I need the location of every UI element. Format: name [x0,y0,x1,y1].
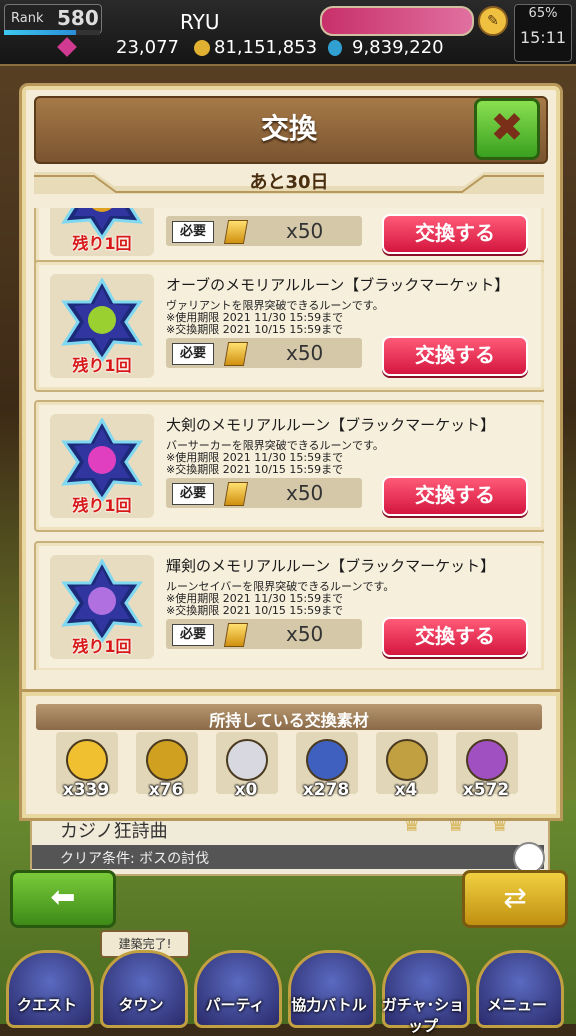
item-title: オーブのメモリアルルーン【ブラックマーケット】 [166,276,510,294]
exchange-button[interactable]: 交換する [382,617,528,657]
close-button[interactable]: ✖ [474,98,540,160]
pencil-icon[interactable]: ✎ [478,6,508,36]
requirement-quantity: x50 [286,341,324,365]
requirement-box: 必要 x50 [166,478,362,508]
nav-menu-label: メニュー [486,996,547,1014]
material-count: x339 [62,780,110,800]
nav-gacha-shop-label: ガチャ･ショップ [381,996,465,1035]
droplet-icon [328,40,342,56]
back-button[interactable]: ⬅ [10,870,116,928]
arrow-left-icon: ⬅ [50,880,76,915]
item-description: ※交換期限 2021 10/15 15:59まで [166,604,344,617]
rune-icon-box: 残り1回 [50,414,154,518]
battery-level: 65% [528,6,558,21]
remaining-count: 残り1回 [72,356,132,375]
requirement-label: 必要 [172,483,214,505]
nav-town-button[interactable] [100,950,188,1028]
nav-party-button[interactable] [194,950,282,1028]
item-title: 輝剣のメモリアルルーン【ブラックマーケット】 [166,557,496,575]
rune-icon-box: 残り1回 [50,208,154,256]
exchange-button[interactable]: 交換する [382,214,528,254]
gold-bar-icon [223,220,249,244]
stamina-pill[interactable] [320,6,474,36]
clock: 15:11 [519,28,567,47]
rune-icon-box: 残り1回 [50,555,154,659]
item-description: ※交換期限 2021 10/15 15:59まで [166,463,344,476]
rune-icon-box: 残り1回 [50,274,154,378]
memorial-rune-icon [61,278,143,362]
gold-bar-icon [223,623,249,647]
remaining-count: 残り1回 [72,637,132,656]
gem-icon [57,37,77,57]
material-count: x278 [302,780,350,800]
material-count: x76 [148,780,184,800]
requirement-label: 必要 [172,624,214,646]
exchange-item: 残り1回 オーブのメモリアルルーン【ブラックマーケット】 ヴァリアントを限界突破でき… [34,260,544,392]
nav-quest-label: クエスト [16,996,77,1014]
close-icon: ✖ [490,105,524,151]
dialog-title: 交換 [260,112,317,145]
coin-icon [194,40,210,56]
status-bar: Rank 580 RYU ✎ 65% 15:11 23,077 81,151,8… [0,0,576,66]
exchange-item: 残り1回 大剣のメモリアルルーン【ブラックマーケット】 バーサーカーを限界突破できる… [34,400,544,532]
refresh-button[interactable]: ⇄ [462,870,568,928]
droplet-count: 9,839,220 [352,37,444,58]
memorial-rune-icon [61,559,143,643]
remaining-count: 残り1回 [72,496,132,515]
gem-count: 23,077 [116,37,179,58]
coin-count: 81,151,853 [214,37,318,58]
quest-title: カジノ狂詩曲 [60,821,168,842]
materials-title: 所持している交換素材 [209,711,369,730]
rank-value: 580 [57,6,99,30]
item-title: 大剣のメモリアルルーン【ブラックマーケット】 [166,416,496,434]
player-name: RYU [180,10,220,34]
nav-quest-button[interactable] [6,950,94,1028]
rank-label: Rank [11,11,44,26]
material-count: x4 [394,780,418,800]
nav-coop-battle-button[interactable] [288,950,376,1028]
rank-exp-fill [4,30,76,35]
requirement-box: 必要 x50 [166,216,362,246]
exchange-list[interactable]: 残り1回 必要 x50 交換する 残り1回 オーブのメモリアルルーン【ブラックマーケット】… [34,208,544,670]
exchange-item: 残り1回 輝剣のメモリアルルーン【ブラックマーケット】 ルーンセイバーを限界突破でき… [34,541,544,670]
material-count: x572 [462,780,510,800]
requirement-label: 必要 [172,221,214,243]
nav-town-label: タウン [118,996,164,1014]
gold-bar-icon [223,482,249,506]
requirement-quantity: x50 [286,481,324,505]
exchange-timer: あと30日 [249,172,329,193]
item-description: ※交換期限 2021 10/15 15:59まで [166,323,344,336]
gold-bar-icon [223,342,249,366]
requirement-quantity: x50 [286,219,324,243]
requirement-box: 必要 x50 [166,338,362,368]
nav-party-label: パーティ [205,996,265,1014]
quest-condition: クリア条件: ボスの討伐 [60,851,210,867]
memorial-rune-icon [61,418,143,502]
exchange-button[interactable]: 交換する [382,476,528,516]
refresh-icon: ⇄ [503,881,527,914]
remaining-count: 残り1回 [72,234,132,253]
nav-menu-button[interactable] [476,950,564,1028]
requirement-label: 必要 [172,343,214,365]
device-status: 65% 15:11 [514,4,572,62]
rank-exp-bar [4,30,100,35]
material-count: x0 [234,780,258,800]
requirement-quantity: x50 [286,622,324,646]
exchange-button[interactable]: 交換する [382,336,528,376]
nav-coop-battle-label: 協力バトル [291,996,367,1014]
requirement-box: 必要 x50 [166,619,362,649]
